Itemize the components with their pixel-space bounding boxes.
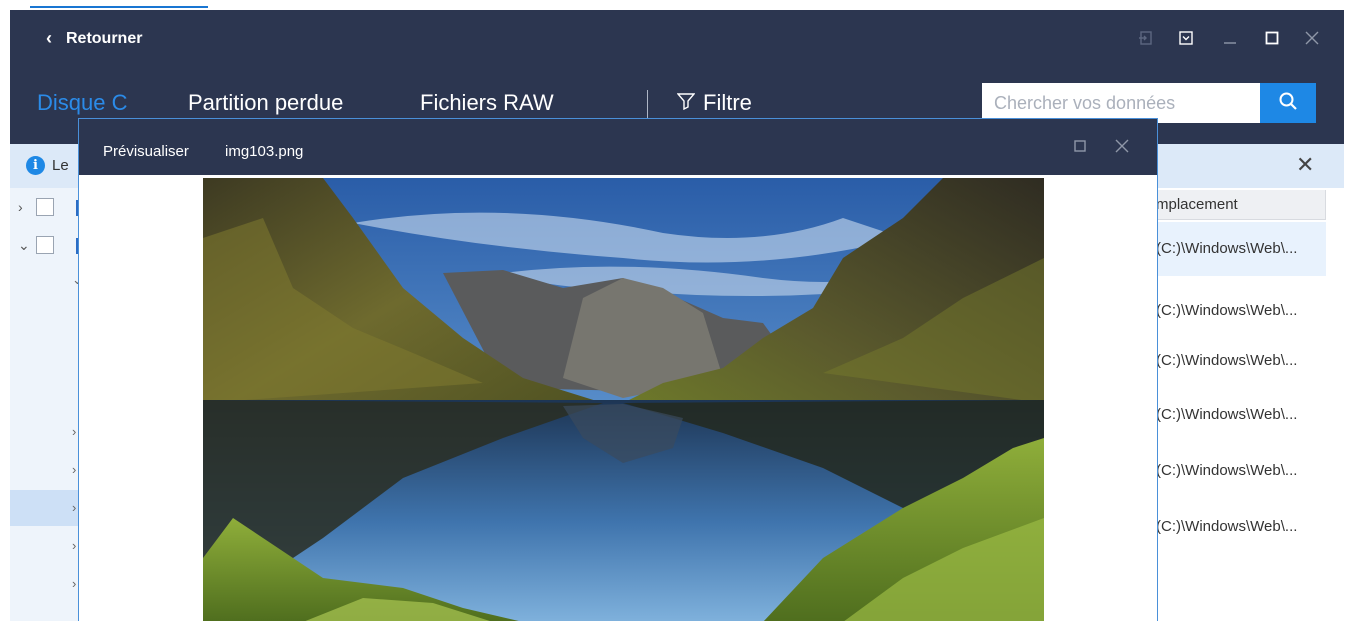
back-button[interactable]: ‹ Retourner bbox=[46, 28, 142, 49]
tree-row[interactable]: ⌄ bbox=[18, 236, 54, 254]
chevron-right-icon[interactable]: › bbox=[72, 462, 76, 477]
preview-close-icon[interactable] bbox=[1115, 139, 1129, 158]
title-bar: ‹ Retourner bbox=[10, 10, 1344, 66]
chevron-right-icon[interactable]: › bbox=[72, 576, 76, 591]
search-input[interactable] bbox=[982, 83, 1260, 123]
signin-icon[interactable] bbox=[1134, 26, 1158, 50]
chevron-left-icon: ‹ bbox=[46, 28, 52, 48]
search-button[interactable] bbox=[1260, 83, 1316, 123]
tree-checkbox[interactable] bbox=[36, 198, 54, 216]
filter-icon bbox=[676, 90, 696, 116]
nav-divider bbox=[647, 90, 648, 118]
chevron-right-icon[interactable]: › bbox=[18, 199, 30, 215]
location-cell: (C:)\Windows\Web\... bbox=[1156, 352, 1298, 369]
tree-row-selected[interactable] bbox=[10, 490, 80, 526]
location-cell: (C:)\Windows\Web\... bbox=[1156, 518, 1298, 535]
tree-row[interactable]: › bbox=[18, 198, 54, 216]
info-icon: i bbox=[26, 156, 45, 175]
chevron-right-icon[interactable]: › bbox=[72, 500, 76, 515]
filter-label: Filtre bbox=[703, 90, 752, 115]
chevron-right-icon[interactable]: › bbox=[72, 538, 76, 553]
preview-title-label: Prévisualiser bbox=[103, 143, 189, 160]
tree-checkbox[interactable] bbox=[36, 236, 54, 254]
column-header-location[interactable]: mplacement bbox=[1146, 190, 1326, 220]
chevron-right-icon[interactable]: › bbox=[72, 424, 76, 439]
top-strip bbox=[0, 0, 1354, 10]
back-label: Retourner bbox=[66, 29, 143, 47]
preview-file-name: img103.png bbox=[225, 143, 304, 160]
location-cell: (C:)\Windows\Web\... bbox=[1156, 302, 1298, 319]
search-icon bbox=[1278, 91, 1298, 116]
location-cell: (C:)\Windows\Web\... bbox=[1156, 462, 1298, 479]
tab-fichiers-raw[interactable]: Fichiers RAW bbox=[420, 90, 554, 116]
maximize-icon[interactable] bbox=[1260, 26, 1284, 50]
chevron-down-icon[interactable]: ⌄ bbox=[18, 237, 30, 254]
tab-partition-perdue[interactable]: Partition perdue bbox=[188, 90, 343, 116]
preview-image bbox=[203, 178, 1044, 621]
info-text: Le bbox=[52, 157, 69, 174]
info-close-icon[interactable]: ✕ bbox=[1296, 152, 1314, 178]
location-cell: (C:)\Windows\Web\... bbox=[1156, 406, 1298, 423]
preview-maximize-icon[interactable] bbox=[1073, 139, 1087, 158]
app-tab-indicator bbox=[30, 0, 208, 8]
close-icon[interactable] bbox=[1300, 26, 1324, 50]
tab-disque-c[interactable]: Disque C bbox=[37, 90, 127, 116]
filter-button[interactable]: Filtre bbox=[676, 90, 752, 116]
location-cell: (C:)\Windows\Web\... bbox=[1156, 240, 1298, 257]
preview-title-bar: Prévisualiser img103.png bbox=[79, 119, 1157, 175]
minimize-icon[interactable] bbox=[1218, 26, 1242, 50]
preview-dialog: Prévisualiser img103.png bbox=[78, 118, 1158, 621]
menu-dropdown-icon[interactable] bbox=[1174, 26, 1198, 50]
